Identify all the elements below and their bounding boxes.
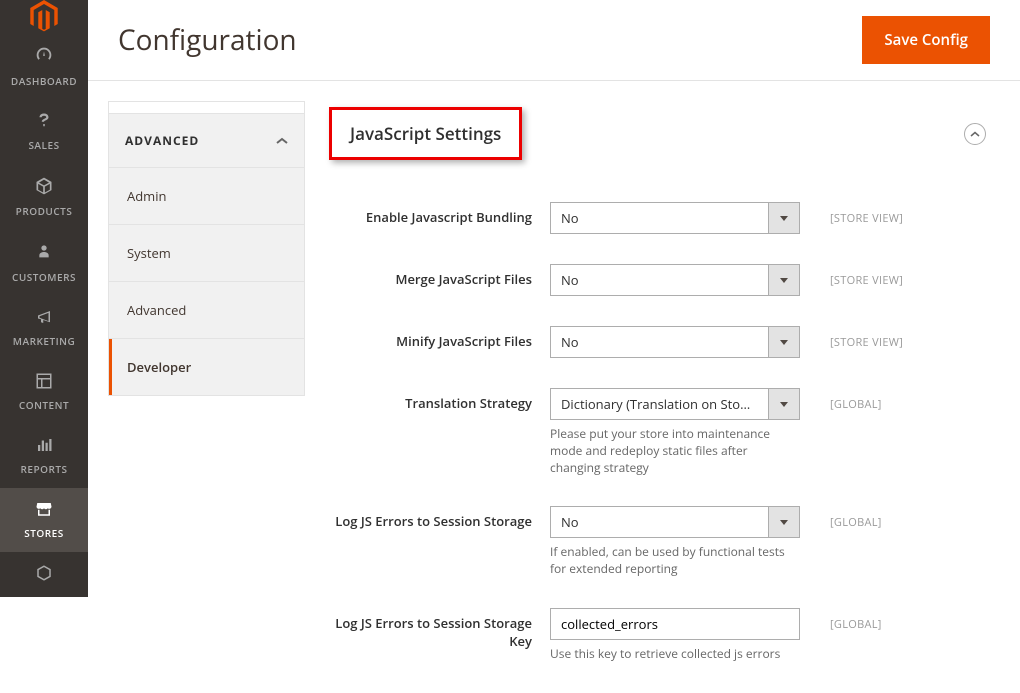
collapse-button[interactable] — [964, 123, 986, 145]
nav-content[interactable]: CONTENT — [0, 360, 88, 424]
dropdown-icon — [768, 202, 800, 234]
system-icon — [35, 564, 53, 585]
dropdown-icon — [768, 264, 800, 296]
sales-icon — [35, 112, 53, 133]
bundling-select[interactable]: No — [550, 202, 800, 234]
field-logjskey: Log JS Errors to Session Storage Key Use… — [325, 608, 990, 663]
section-title-highlight: JavaScript Settings — [329, 107, 522, 160]
field-label: Enable Javascript Bundling — [325, 202, 550, 234]
customers-icon — [36, 242, 52, 265]
section-header: JavaScript Settings — [325, 101, 990, 178]
field-note: Use this key to retrieve collected js er… — [550, 646, 800, 663]
scope-label: [STORE VIEW] — [800, 264, 930, 296]
scope-label: [STORE VIEW] — [800, 202, 930, 234]
logjs-select[interactable]: No — [550, 506, 800, 538]
translation-select[interactable]: Dictionary (Translation on Storefront si… — [550, 388, 800, 420]
nav-subitems: Admin System Advanced Developer — [109, 168, 304, 395]
page-title: Configuration — [118, 21, 297, 59]
nav-subitem-developer[interactable]: Developer — [109, 339, 304, 395]
main-sidebar: DASHBOARD SALES PRODUCTS CUSTOMERS MARKE… — [0, 0, 88, 597]
scope-label: [GLOBAL] — [800, 608, 930, 663]
nav-label: DASHBOARD — [11, 74, 77, 88]
products-icon — [34, 176, 54, 199]
nav-subitem-system[interactable]: System — [109, 225, 304, 282]
field-minify: Minify JavaScript Files No [STORE VIEW] — [325, 326, 990, 358]
field-bundling: Enable Javascript Bundling No [STORE VIE… — [325, 202, 990, 234]
field-label: Log JS Errors to Session Storage Key — [325, 608, 550, 663]
stores-icon — [34, 500, 54, 521]
config-navigation: ADVANCED Admin System Advanced Developer — [108, 101, 305, 693]
nav-subitem-admin[interactable]: Admin — [109, 168, 304, 225]
nav-customers[interactable]: CUSTOMERS — [0, 230, 88, 296]
nav-system[interactable] — [0, 552, 88, 602]
dropdown-icon — [768, 388, 800, 420]
save-config-button[interactable]: Save Config — [862, 16, 990, 64]
content-icon — [35, 372, 53, 393]
main-content: Configuration Save Config ADVANCED Admin… — [88, 0, 1020, 597]
minify-select[interactable]: No — [550, 326, 800, 358]
reports-icon — [35, 436, 53, 457]
nav-label: MARKETING — [13, 334, 75, 348]
magento-icon — [30, 0, 58, 32]
logjskey-input[interactable] — [550, 608, 800, 640]
nav-subitem-advanced[interactable]: Advanced — [109, 282, 304, 339]
field-logjs: Log JS Errors to Session Storage No If e… — [325, 506, 990, 578]
nav-marketing[interactable]: MARKETING — [0, 296, 88, 360]
scope-label: [STORE VIEW] — [800, 326, 930, 358]
nav-dashboard[interactable]: DASHBOARD — [0, 32, 88, 100]
field-label: Translation Strategy — [325, 388, 550, 476]
nav-products[interactable]: PRODUCTS — [0, 164, 88, 230]
marketing-icon — [34, 308, 54, 329]
scope-label: [GLOBAL] — [800, 506, 930, 578]
nav-label: SALES — [28, 138, 59, 152]
section-title: JavaScript Settings — [350, 122, 501, 145]
scope-label: [GLOBAL] — [800, 388, 930, 476]
magento-logo[interactable] — [0, 0, 88, 32]
nav-reports[interactable]: REPORTS — [0, 424, 88, 488]
nav-label: REPORTS — [20, 462, 67, 476]
nav-sales[interactable]: SALES — [0, 100, 88, 164]
nav-group-header[interactable]: ADVANCED — [109, 114, 304, 168]
dropdown-icon — [768, 506, 800, 538]
chevron-up-icon — [970, 131, 980, 137]
nav-label: STORES — [24, 526, 63, 540]
field-label: Log JS Errors to Session Storage — [325, 506, 550, 578]
field-merge: Merge JavaScript Files No [STORE VIEW] — [325, 264, 990, 296]
dropdown-icon — [768, 326, 800, 358]
nav-group-advanced: ADVANCED Admin System Advanced Developer — [108, 113, 305, 396]
page-header: Configuration Save Config — [88, 0, 1020, 81]
content-area: ADVANCED Admin System Advanced Developer… — [88, 81, 1020, 693]
nav-label: CUSTOMERS — [12, 270, 76, 284]
field-note: If enabled, can be used by functional te… — [550, 544, 800, 578]
field-translation: Translation Strategy Dictionary (Transla… — [325, 388, 990, 476]
merge-select[interactable]: No — [550, 264, 800, 296]
nav-label: CONTENT — [19, 398, 69, 412]
field-note: Please put your store into maintenance m… — [550, 426, 800, 476]
nav-group-label: ADVANCED — [125, 132, 199, 149]
field-label: Merge JavaScript Files — [325, 264, 550, 296]
nav-label: PRODUCTS — [16, 204, 73, 218]
field-label: Minify JavaScript Files — [325, 326, 550, 358]
settings-panel: JavaScript Settings Enable Javascript Bu… — [325, 101, 990, 693]
chevron-up-icon — [276, 132, 288, 149]
nav-stores[interactable]: STORES — [0, 488, 88, 552]
dashboard-icon — [33, 44, 55, 69]
form-fields: Enable Javascript Bundling No [STORE VIE… — [325, 178, 990, 663]
